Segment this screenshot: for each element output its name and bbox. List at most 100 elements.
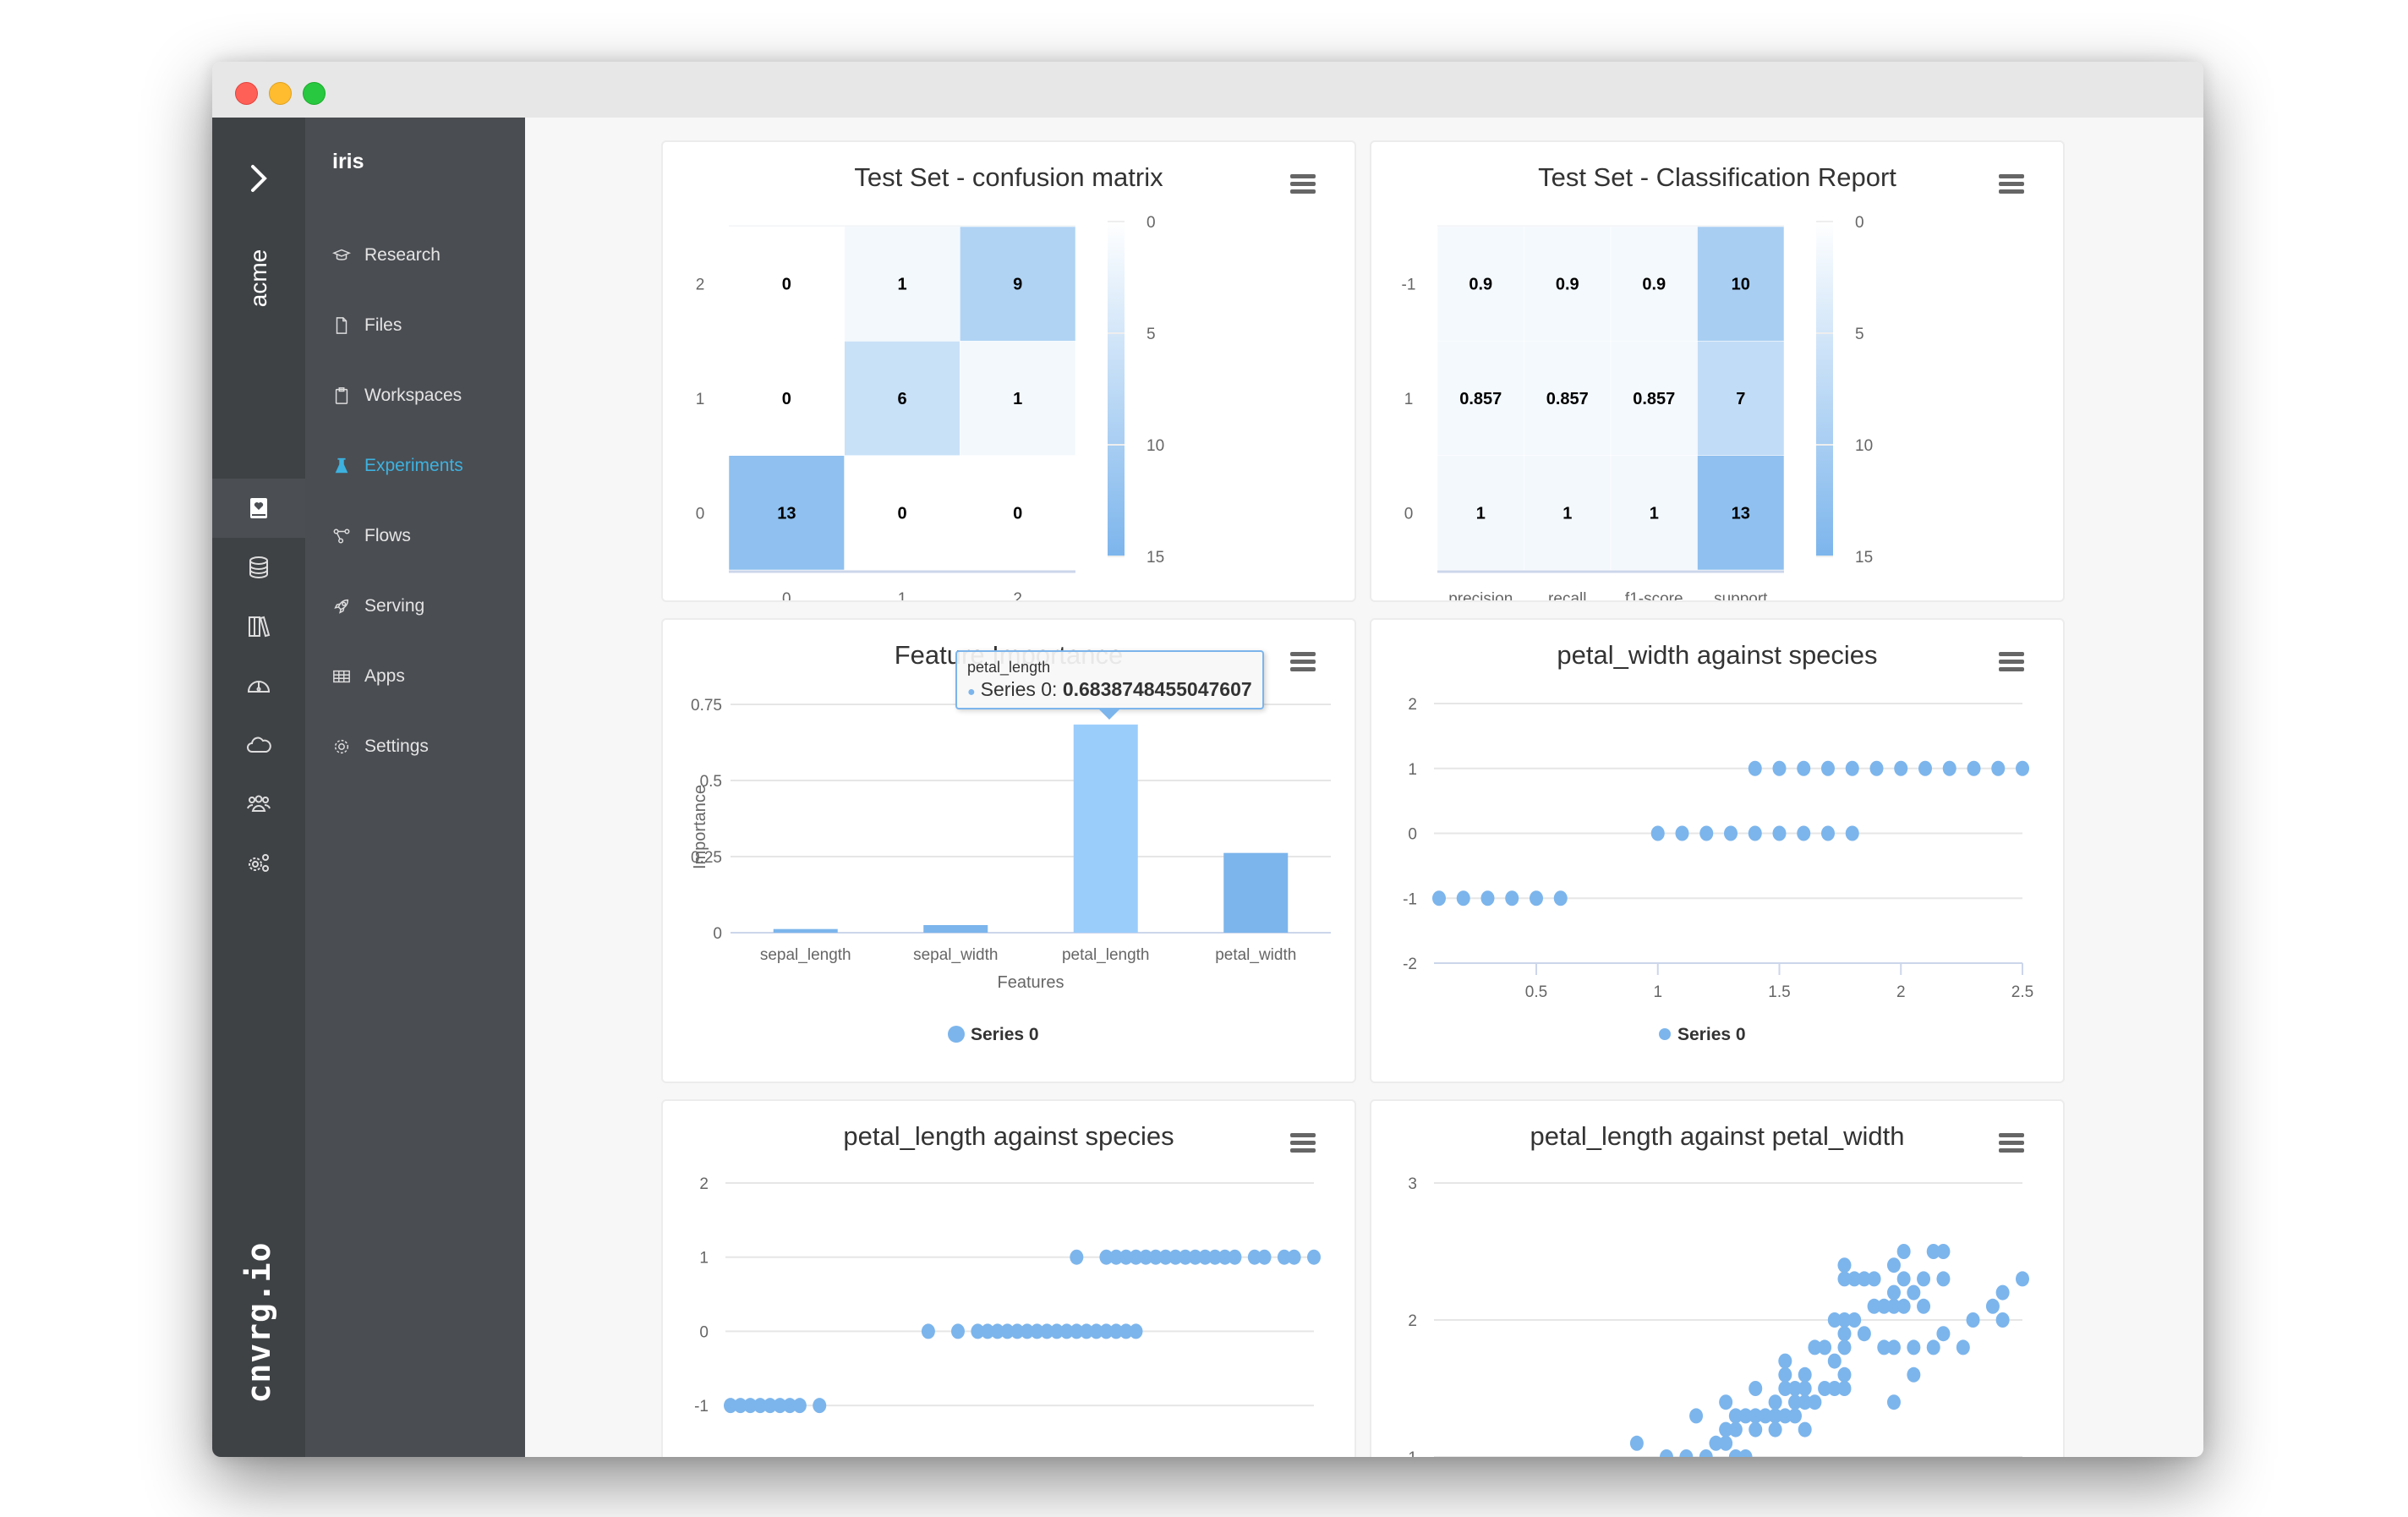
scatter-point: [1778, 1353, 1792, 1369]
x-tick-label: petal_length: [1062, 946, 1150, 964]
datasets-icon[interactable]: [238, 546, 280, 589]
org-switcher[interactable]: acme: [212, 219, 305, 337]
nav-item-label: Settings: [364, 737, 429, 756]
nav-item-label: Research: [364, 245, 441, 265]
scatter-point: [1917, 1298, 1931, 1314]
flow-icon: [331, 525, 353, 547]
scatter-point: [1845, 760, 1859, 776]
scatter-point: [1942, 760, 1956, 776]
heatmap-cell-label: 0: [897, 504, 906, 523]
scatter-point: [1689, 1408, 1704, 1424]
scatter-point: [1679, 1449, 1694, 1457]
y-axis-title: Importance: [691, 785, 709, 869]
colorbar-tick-label: 10: [1855, 437, 1873, 455]
scatter-point: [1907, 1284, 1921, 1301]
x-tick-label: sepal_length: [760, 946, 851, 964]
scatter-point: [1675, 825, 1689, 841]
scatter-point: [1768, 1421, 1782, 1438]
dashboard-icon[interactable]: [238, 665, 280, 707]
nav-item-experiments[interactable]: Experiments: [331, 449, 463, 483]
nav-item-workspaces[interactable]: Workspaces: [331, 379, 462, 413]
heatmap-cell-label: 1: [1650, 504, 1659, 523]
minimize-window-button[interactable]: [269, 82, 292, 105]
scatter-point: [1917, 1271, 1931, 1287]
y-tick-label: 0.75: [691, 697, 722, 715]
heatmap-cell-label: 0.9: [1556, 276, 1579, 294]
petal-length-species-chart: -1 0 1 2: [694, 1175, 1321, 1416]
nav-item-label: Files: [364, 315, 402, 335]
y-tick-label: -1: [1402, 277, 1416, 294]
x-axis-title: Features: [998, 973, 1064, 992]
rocket-icon: [331, 595, 353, 617]
nav-item-apps[interactable]: Apps: [331, 660, 405, 693]
scatter-point: [1827, 1353, 1842, 1369]
heatmap-cell-label: 13: [777, 504, 796, 523]
tooltip-category: petal_length: [967, 659, 1051, 676]
scatter-point: [1749, 1381, 1763, 1396]
legend-marker: [948, 1026, 965, 1043]
heatmap-cell-label: 0: [782, 276, 791, 294]
colorbar-tick-label: 5: [1855, 326, 1864, 343]
org-name: acme: [245, 249, 271, 308]
y-tick-label: 0: [699, 1323, 709, 1341]
y-tick-label: 0: [713, 925, 722, 943]
app-window: acme cnvrg.io iris Research Files Worksp…: [212, 62, 2203, 1457]
x-tick-label: f1-score: [1625, 590, 1683, 600]
nav-item-serving[interactable]: Serving: [331, 589, 424, 623]
scatter-point: [1724, 825, 1738, 841]
petal-width-species-chart: -2 -1 0 1 2 0.5 1 1.5 2 2.5 Series 0: [1403, 696, 2033, 1044]
library-icon[interactable]: [238, 605, 280, 648]
scatter-point: [1650, 825, 1665, 841]
scatter-point: [1749, 1421, 1763, 1438]
scatter-point: [950, 1323, 965, 1339]
x-tick-label: 0: [782, 590, 791, 600]
scatter-point: [1070, 1249, 1084, 1265]
scatter-point: [1896, 1244, 1911, 1259]
nav-item-files[interactable]: Files: [331, 309, 402, 342]
team-icon[interactable]: [238, 783, 280, 825]
scatter-point: [2016, 760, 2029, 776]
scatter-point: [1798, 1366, 1812, 1383]
zoom-window-button[interactable]: [303, 82, 326, 105]
org-settings-icon[interactable]: [238, 842, 280, 884]
classification-report-chart: 1 1 1 13 0 0.857 0.857 0.857 7 1 0.9 0.9 0.9 10 -1 prec…: [1402, 214, 1874, 600]
nav-item-flows[interactable]: Flows: [331, 519, 411, 553]
confusion-matrix-chart: 13 0 000 6 110 1 920 1 2051015: [696, 214, 1164, 600]
colorbar-tick-label: 5: [1147, 326, 1156, 343]
x-tick-label: support: [1714, 590, 1768, 600]
petal-width-species-card: petal_width against species -2 -1 0 1 2 0.5 1 1…: [1370, 618, 2065, 1083]
nav-item-settings[interactable]: Settings: [331, 730, 429, 764]
colorbar: [1108, 222, 1125, 556]
x-tick-label: recall: [1548, 590, 1586, 600]
x-tick-label: 2: [1896, 983, 1906, 1001]
scatter-point: [1966, 1312, 1980, 1328]
y-tick-label: 1: [699, 1250, 709, 1268]
y-tick-label: 1: [1404, 391, 1414, 408]
heatmap-cell-label: 6: [897, 390, 906, 408]
scatter-point: [1967, 760, 1981, 776]
scatter-point: [1456, 890, 1470, 906]
project-name: iris: [332, 150, 364, 173]
bar: [923, 925, 988, 933]
scatter-point: [1797, 825, 1811, 841]
close-window-button[interactable]: [235, 82, 258, 105]
scatter-point: [1480, 890, 1495, 906]
scatter-point: [1772, 825, 1787, 841]
petal-length-width-chart: 1 2 3: [1408, 1175, 2029, 1457]
classification-report-card: Test Set - Classification Report 1 1 1 13 0 0…: [1370, 140, 2065, 602]
scatter-point: [1896, 1298, 1911, 1314]
heatmap-cell-label: 0.9: [1469, 276, 1492, 294]
chevron-right-icon[interactable]: [238, 162, 280, 204]
heatmap-cell-label: 0.857: [1546, 390, 1589, 408]
scatter-point: [1287, 1249, 1301, 1265]
y-tick-label: 0: [1404, 505, 1414, 523]
scatter-point: [1530, 890, 1543, 906]
bar: [773, 928, 838, 933]
chart-tooltip: petal_length ● Series 0: 0.68387484550476…: [955, 650, 1264, 720]
cloud-icon[interactable]: [238, 724, 280, 766]
bar: [1223, 852, 1289, 933]
heatmap-cell-label: 1: [897, 276, 906, 294]
experiment-charts-area[interactable]: Test Set - confusion matrix 13 0 0 0 0 6 1 1 0 1 9…: [525, 118, 2203, 1457]
nav-item-research[interactable]: Research: [331, 238, 441, 272]
projects-icon[interactable]: [238, 487, 280, 529]
